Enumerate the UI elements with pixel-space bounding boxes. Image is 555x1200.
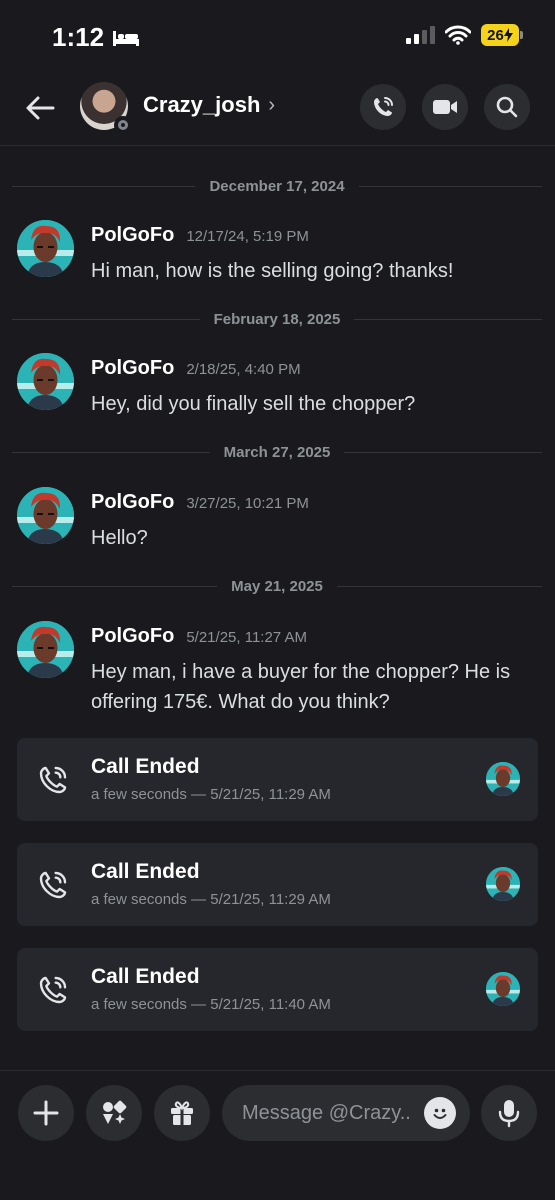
- participant-avatar: [486, 972, 520, 1006]
- bed-icon: [113, 30, 140, 46]
- message-header: PolGoFo 2/18/25, 4:40 PM: [91, 357, 301, 380]
- voice-call-button[interactable]: [360, 84, 406, 130]
- message-item[interactable]: PolGoFo 3/27/25, 10:21 PM Hello?: [17, 487, 542, 557]
- emoji-button[interactable]: [424, 1097, 456, 1129]
- battery-indicator: 26: [481, 24, 523, 46]
- date-separator: March 27, 2025: [12, 442, 542, 462]
- voice-message-button[interactable]: [481, 1085, 537, 1141]
- message-text: Hey man, i have a buyer for the chopper?…: [91, 661, 511, 713]
- author-name[interactable]: PolGoFo: [91, 357, 174, 380]
- battery-level: 26: [487, 26, 504, 44]
- video-camera-icon: [433, 100, 457, 114]
- phone-icon: [39, 766, 67, 794]
- message-timestamp: 2/18/25, 4:40 PM: [186, 361, 301, 378]
- arrow-left-icon: [26, 96, 55, 120]
- message-text: Hey, did you finally sell the chopper?: [91, 393, 416, 415]
- call-detail: a few seconds — 5/21/25, 11:40 AM: [91, 996, 331, 1013]
- date-separator-text: February 18, 2025: [213, 310, 341, 328]
- contact-name-button[interactable]: Crazy_josh ›: [143, 92, 275, 118]
- gift-icon: [171, 1101, 193, 1125]
- plus-icon: [33, 1100, 59, 1126]
- author-avatar[interactable]: [17, 621, 74, 678]
- message-timestamp: 12/17/24, 5:19 PM: [186, 228, 309, 245]
- presence-offline-indicator: [114, 116, 132, 134]
- call-ended-card[interactable]: Call Ended a few seconds — 5/21/25, 11:4…: [17, 948, 538, 1031]
- author-name[interactable]: PolGoFo: [91, 491, 174, 514]
- date-separator-text: December 17, 2024: [209, 177, 345, 195]
- date-separator: February 18, 2025: [12, 309, 542, 329]
- search-button[interactable]: [484, 84, 530, 130]
- call-title: Call Ended: [91, 755, 200, 778]
- author-avatar[interactable]: [17, 353, 74, 410]
- add-attachment-button[interactable]: [18, 1085, 74, 1141]
- video-call-button[interactable]: [422, 84, 468, 130]
- call-detail: a few seconds — 5/21/25, 11:29 AM: [91, 786, 331, 803]
- wifi-icon: [445, 25, 471, 45]
- participant-avatar: [486, 762, 520, 796]
- microphone-icon: [498, 1100, 520, 1128]
- call-ended-card[interactable]: Call Ended a few seconds — 5/21/25, 11:2…: [17, 843, 538, 926]
- date-separator: December 17, 2024: [12, 176, 543, 196]
- phone-icon: [39, 871, 67, 899]
- status-time-group: 1:12: [52, 22, 140, 53]
- message-text: Hello?: [91, 527, 148, 549]
- message-header: PolGoFo 5/21/25, 11:27 AM: [91, 625, 307, 648]
- cartoon-avatar-icon: [17, 220, 74, 277]
- message-timestamp: 3/27/25, 10:21 PM: [186, 495, 309, 512]
- cartoon-avatar-icon: [486, 762, 520, 796]
- message-list[interactable]: December 17, 2024 PolGoFo 12/17/24, 5:19…: [0, 146, 555, 1070]
- author-name[interactable]: PolGoFo: [91, 224, 174, 247]
- gift-button[interactable]: [154, 1085, 210, 1141]
- call-ended-card[interactable]: Call Ended a few seconds — 5/21/25, 11:2…: [17, 738, 538, 821]
- message-header: PolGoFo 12/17/24, 5:19 PM: [91, 224, 309, 247]
- cartoon-avatar-icon: [486, 972, 520, 1006]
- cartoon-avatar-icon: [17, 353, 74, 410]
- date-separator-text: March 27, 2025: [223, 443, 331, 461]
- contact-username: Crazy_josh: [143, 92, 261, 117]
- back-button[interactable]: [22, 90, 58, 126]
- message-composer: [0, 1070, 555, 1200]
- message-item[interactable]: PolGoFo 2/18/25, 4:40 PM Hey, did you fi…: [17, 353, 542, 423]
- message-item[interactable]: PolGoFo 5/21/25, 11:27 AM Hey man, i hav…: [17, 621, 542, 721]
- message-item[interactable]: PolGoFo 12/17/24, 5:19 PM Hi man, how is…: [17, 220, 542, 290]
- phone-icon: [374, 97, 393, 116]
- author-avatar[interactable]: [17, 487, 74, 544]
- apps-button[interactable]: [86, 1085, 142, 1141]
- charging-bolt-icon: [503, 28, 513, 42]
- participant-avatar: [486, 867, 520, 901]
- status-bar: 1:12 26: [0, 0, 555, 70]
- status-time: 1:12: [52, 22, 105, 52]
- author-avatar[interactable]: [17, 220, 74, 277]
- author-name[interactable]: PolGoFo: [91, 625, 174, 648]
- call-detail: a few seconds — 5/21/25, 11:29 AM: [91, 891, 331, 908]
- date-separator-text: May 21, 2025: [231, 577, 323, 595]
- call-title: Call Ended: [91, 860, 200, 883]
- contact-avatar[interactable]: [80, 82, 132, 134]
- call-title: Call Ended: [91, 965, 200, 988]
- phone-icon: [39, 976, 67, 1004]
- cartoon-avatar-icon: [486, 867, 520, 901]
- cartoon-avatar-icon: [17, 621, 74, 678]
- search-icon: [496, 96, 518, 118]
- message-timestamp: 5/21/25, 11:27 AM: [186, 629, 307, 646]
- cartoon-avatar-icon: [17, 487, 74, 544]
- emoji-icon: [433, 1108, 447, 1119]
- message-header: PolGoFo 3/27/25, 10:21 PM: [91, 491, 309, 514]
- conversation-header: Crazy_josh ›: [0, 70, 555, 146]
- apps-icon: [103, 1100, 127, 1124]
- status-indicators: 26: [406, 24, 523, 46]
- date-separator: May 21, 2025: [12, 576, 542, 596]
- message-text: Hi man, how is the selling going? thanks…: [91, 260, 454, 282]
- chevron-right-icon: ›: [268, 93, 276, 116]
- cellular-signal-icon: [406, 26, 435, 44]
